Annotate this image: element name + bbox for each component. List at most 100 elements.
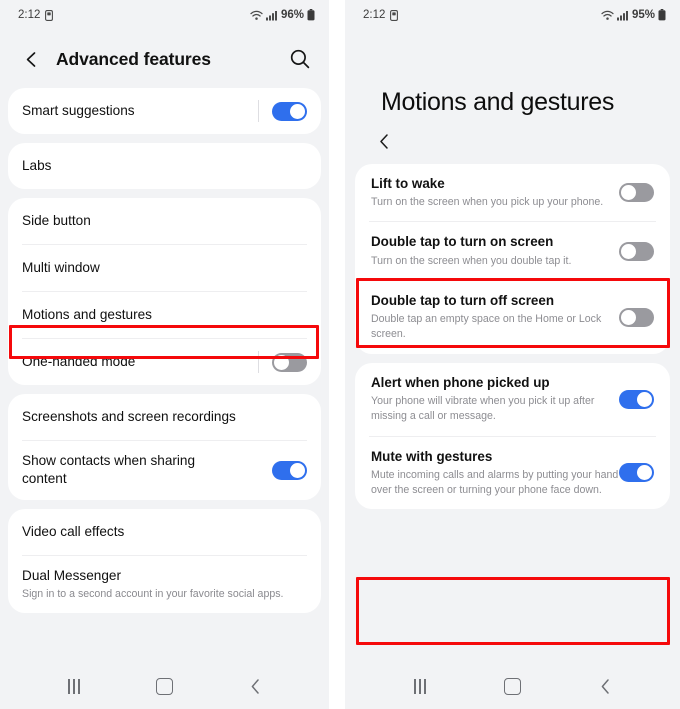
row-text: Side button (22, 201, 307, 241)
toggle-smart-suggestions[interactable] (272, 101, 307, 121)
row-text: One-handed mode (22, 342, 248, 382)
list-item-label: Show contacts when sharing content (22, 453, 196, 487)
list-item-label: Motions and gestures (22, 306, 152, 322)
settings-list-right: Lift to wake Turn on the screen when you… (345, 164, 680, 510)
back-button[interactable] (18, 46, 44, 72)
battery-percentage: 95% (631, 9, 655, 21)
settings-card: Side button Multi window Motions and ges… (8, 198, 321, 385)
status-time: 2:12 (363, 9, 386, 21)
row-text: Double tap to turn on screen Turn on the… (371, 233, 619, 268)
list-item-mute-with-gestures[interactable]: Mute with gestures Mute incoming calls a… (355, 437, 670, 510)
toggle-container[interactable] (248, 351, 307, 373)
toggle-double-tap-on[interactable] (619, 241, 654, 261)
list-item-side-button[interactable]: Side button (8, 198, 321, 244)
list-item-label: One-handed mode (22, 353, 136, 369)
row-text: Multi window (22, 248, 307, 288)
toggle-show-contacts[interactable] (272, 460, 307, 480)
row-text: Alert when phone picked up Your phone wi… (371, 374, 619, 425)
battery-icon (307, 9, 315, 21)
settings-card: Video call effects Dual Messenger Sign i… (8, 508, 321, 614)
recents-button[interactable] (398, 671, 442, 701)
cellular-signal-icon (265, 10, 278, 21)
settings-card: Alert when phone picked up Your phone wi… (355, 362, 670, 510)
sim-card-icon (390, 9, 399, 21)
toggle-knob (637, 391, 652, 407)
list-item-labs[interactable]: Labs (8, 143, 321, 189)
list-item-video-call-effects[interactable]: Video call effects (8, 509, 321, 555)
system-back-button[interactable] (234, 671, 278, 701)
back-button[interactable] (345, 116, 680, 164)
list-item-description: Turn on the screen when you pick up your… (371, 196, 604, 209)
list-item-lift-to-wake[interactable]: Lift to wake Turn on the screen when you… (355, 164, 670, 221)
settings-card: Screenshots and screen recordings Show c… (8, 394, 321, 500)
wifi-icon (250, 10, 263, 21)
toggle-mute-with-gestures[interactable] (619, 463, 654, 483)
toggle-knob (290, 103, 305, 119)
row-text: Double tap to turn off screen Double tap… (371, 292, 619, 343)
row-text: Smart suggestions (22, 91, 248, 131)
status-bar-right-group: 96% (250, 9, 315, 21)
list-item-description: Double tap an empty space on the Home or… (371, 313, 602, 341)
toggle-knob (637, 465, 652, 481)
chevron-left-icon (377, 132, 392, 151)
list-item-double-tap-to-turn-on-screen[interactable]: Double tap to turn on screen Turn on the… (355, 222, 670, 279)
list-item-label: Lift to wake (371, 176, 445, 191)
list-item-label: Dual Messenger (22, 567, 121, 583)
row-text: Labs (22, 146, 307, 186)
status-time: 2:12 (18, 9, 41, 21)
page-title: Advanced features (56, 48, 211, 69)
status-bar-right: 2:12 95% (345, 0, 680, 30)
system-back-button[interactable] (584, 671, 628, 701)
list-item-dual-messenger[interactable]: Dual Messenger Sign in to a second accou… (8, 556, 321, 613)
row-text: Show contacts when sharing content (22, 441, 262, 500)
chevron-left-icon (23, 50, 40, 69)
list-item-description: Mute incoming calls and alarms by puttin… (371, 468, 619, 496)
settings-card: Smart suggestions (8, 88, 321, 134)
sim-card-icon (45, 9, 54, 21)
status-bar-right-group: 95% (601, 9, 666, 21)
home-button[interactable] (143, 671, 187, 701)
home-icon (156, 677, 173, 695)
navigation-bar-right (345, 663, 680, 709)
list-item-alert-when-phone-picked-up[interactable]: Alert when phone picked up Your phone wi… (355, 363, 670, 436)
list-item-description: Your phone will vibrate when you pick it… (371, 394, 595, 423)
list-item-smart-suggestions[interactable]: Smart suggestions (8, 88, 321, 134)
home-icon (504, 677, 521, 695)
vertical-divider (258, 351, 259, 373)
home-button[interactable] (491, 671, 535, 701)
settings-list-left: Smart suggestions Labs Side button Multi… (0, 88, 329, 614)
list-item-multi-window[interactable]: Multi window (8, 245, 321, 291)
toggle-container[interactable] (248, 100, 307, 122)
screenshot-gutter (329, 0, 345, 709)
recents-button[interactable] (52, 671, 96, 701)
toggle-alert-when-picked-up[interactable] (619, 389, 654, 409)
list-item-screenshots-and-screen-recordings[interactable]: Screenshots and screen recordings (8, 394, 321, 440)
toggle-double-tap-off[interactable] (619, 307, 654, 327)
search-button[interactable] (287, 46, 313, 72)
list-item-label: Video call effects (22, 523, 125, 539)
app-bar: Advanced features (0, 30, 329, 88)
page-title-large: Motions and gestures (381, 88, 615, 116)
battery-icon (658, 9, 666, 21)
cellular-signal-icon (616, 10, 629, 21)
back-icon (249, 678, 262, 695)
list-item-motions-and-gestures[interactable]: Motions and gestures (8, 292, 321, 338)
list-item-description: Sign in to a second account in your favo… (22, 588, 284, 601)
recents-icon (413, 678, 426, 694)
toggle-container[interactable] (262, 460, 307, 480)
list-item-label: Smart suggestions (22, 102, 135, 118)
list-item-show-contacts-when-sharing[interactable]: Show contacts when sharing content (8, 441, 321, 500)
recents-icon (67, 678, 80, 694)
settings-card: Labs (8, 143, 321, 189)
list-item-label: Alert when phone picked up (371, 374, 550, 390)
list-item-label: Multi window (22, 259, 100, 275)
toggle-one-handed-mode[interactable] (272, 352, 307, 372)
list-item-one-handed-mode[interactable]: One-handed mode (8, 339, 321, 385)
toggle-lift-to-wake[interactable] (619, 183, 654, 203)
row-text: Video call effects (22, 512, 307, 552)
list-item-double-tap-to-turn-off-screen[interactable]: Double tap to turn off screen Double tap… (355, 281, 670, 354)
battery-percentage: 96% (280, 9, 304, 21)
right-phone-screen: 2:12 95% Motions and gestures Lift to wa… (345, 0, 680, 709)
list-item-label: Double tap to turn off screen (371, 292, 555, 308)
list-item-description: Turn on the screen when you double tap i… (371, 254, 572, 267)
